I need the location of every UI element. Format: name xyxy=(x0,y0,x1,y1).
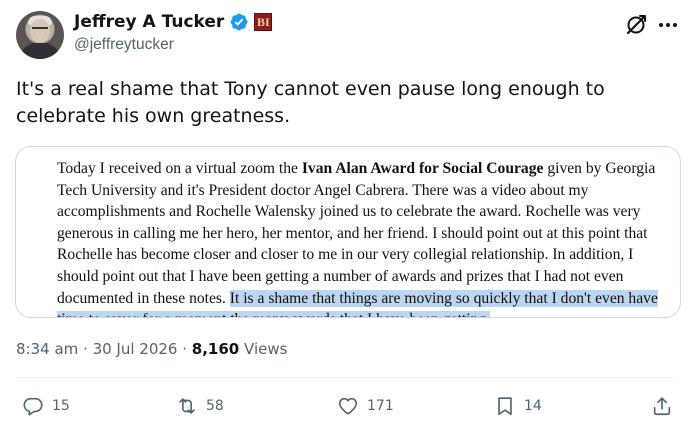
tweet-date[interactable]: 30 Jul 2026 xyxy=(93,340,178,358)
reply-icon xyxy=(23,397,43,416)
author-block: Jeffrey A Tucker BI @jeffreytucker xyxy=(74,10,273,54)
like-icon xyxy=(338,397,358,415)
bookmark-icon xyxy=(498,397,512,416)
meta-separator: · xyxy=(78,340,93,358)
avatar-glasses xyxy=(32,27,48,31)
views-label: Views xyxy=(239,340,288,358)
like-count: 171 xyxy=(367,398,394,414)
document-intro: Today I received on a virtual zoom the xyxy=(57,160,302,177)
tweet-media-image[interactable]: Today I received on a virtual zoom the I… xyxy=(15,146,681,318)
bookmark-count: 14 xyxy=(524,398,542,414)
affiliation-badge[interactable]: BI xyxy=(254,13,273,31)
views-count: 8,160 xyxy=(191,340,240,358)
avatar[interactable] xyxy=(16,11,64,59)
action-bar: 15 58 171 14 xyxy=(0,395,690,423)
tweet-text: It's a real shame that Tony cannot even … xyxy=(16,78,605,127)
author-handle[interactable]: @jeffreytucker xyxy=(74,36,272,54)
share-button[interactable] xyxy=(651,395,673,417)
bookmark-button[interactable]: 14 xyxy=(494,395,542,417)
reply-button[interactable]: 15 xyxy=(22,395,70,417)
document-award-name: Ivan Alan Award for Social Courage xyxy=(301,160,544,177)
author-name-row: Jeffrey A Tucker BI xyxy=(74,10,273,34)
repost-button[interactable]: 58 xyxy=(176,395,224,417)
like-button[interactable]: 171 xyxy=(337,395,394,417)
author-display-name[interactable]: Jeffrey A Tucker xyxy=(74,12,224,32)
tweet-meta: 8:34 am · 30 Jul 2026 · 8,160 Views xyxy=(16,340,287,358)
avatar-suit xyxy=(20,43,60,59)
reply-count: 15 xyxy=(52,398,70,414)
divider xyxy=(16,377,674,378)
share-icon xyxy=(653,397,671,416)
tweet-time[interactable]: 8:34 am xyxy=(16,340,78,358)
more-icon[interactable] xyxy=(656,13,680,37)
document-body: given by Georgia Tech University and it'… xyxy=(57,160,656,307)
meta-separator: · xyxy=(177,340,192,358)
document-text: Today I received on a virtual zoom the I… xyxy=(57,158,663,317)
repost-icon xyxy=(179,398,195,414)
repost-count: 58 xyxy=(206,398,224,414)
verified-badge-icon[interactable] xyxy=(229,12,249,32)
avatar-face xyxy=(30,19,50,43)
grok-icon[interactable] xyxy=(624,13,648,37)
